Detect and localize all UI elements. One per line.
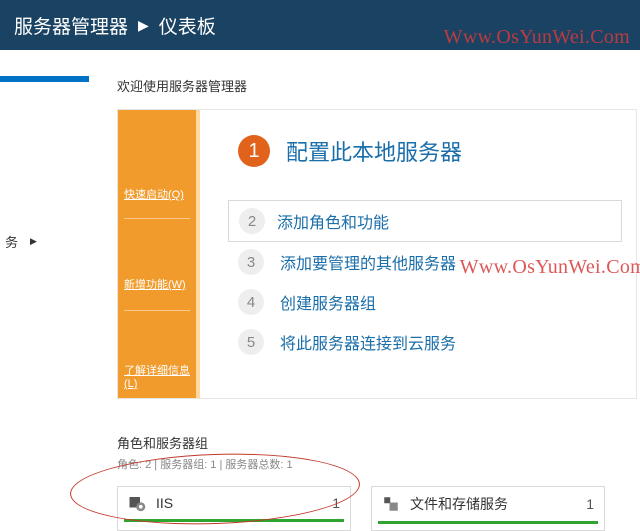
roles-groups-heading: 角色和服务器组	[117, 433, 640, 452]
main-content: 欢迎使用服务器管理器 快速启动(Q) 新增功能(W) 了解详细信息(L) 1 配…	[89, 50, 640, 531]
quick-start-link[interactable]: 快速启动(Q)	[124, 186, 184, 202]
step-number: 4	[238, 289, 264, 315]
step-number: 5	[238, 329, 264, 355]
divider	[124, 218, 190, 219]
card-status-bar	[124, 519, 344, 522]
step-label: 配置此本地服务器	[286, 135, 462, 167]
sidebar-item-services[interactable]: 务 ▶	[5, 232, 37, 251]
welcome-tile: 快速启动(Q) 新增功能(W) 了解详细信息(L) 1 配置此本地服务器 2 添…	[117, 109, 637, 399]
step-create-server-group[interactable]: 4 创建服务器组	[200, 282, 636, 322]
chevron-right-icon: ▶	[30, 236, 37, 247]
roles-groups-counts: 角色: 2 | 服务器组: 1 | 服务器总数: 1	[117, 456, 640, 472]
step-number: 1	[238, 135, 270, 167]
step-label: 添加角色和功能	[277, 209, 389, 233]
card-status-bar	[378, 521, 598, 524]
whats-new-link[interactable]: 新增功能(W)	[124, 276, 186, 292]
step-number: 3	[238, 249, 264, 275]
step-label: 添加要管理的其他服务器	[280, 250, 456, 274]
card-title: 文件和存储服务	[410, 494, 508, 514]
step-label: 将此服务器连接到云服务	[280, 330, 456, 354]
card-count: 1	[586, 496, 594, 512]
step-connect-cloud[interactable]: 5 将此服务器连接到云服务	[200, 322, 636, 362]
watermark-text: Www.OsYunWei.Com	[460, 256, 640, 279]
step-configure-local-server[interactable]: 1 配置此本地服务器	[200, 128, 636, 174]
card-iis[interactable]: IIS 1	[117, 486, 351, 531]
storage-icon	[382, 495, 400, 513]
watermark-text: Www.OsYunWei.Com	[444, 26, 630, 49]
card-file-storage[interactable]: 文件和存储服务 1	[371, 486, 605, 531]
welcome-steps: 1 配置此本地服务器 2 添加角色和功能 3 添加要管理的其他服务器 4 创建服…	[200, 110, 636, 398]
welcome-left-panel: 快速启动(Q) 新增功能(W) 了解详细信息(L)	[118, 110, 196, 398]
breadcrumb-page: 仪表板	[159, 12, 216, 39]
sidebar-item-label: 务	[5, 232, 18, 251]
chevron-right-icon: ▶	[138, 17, 149, 34]
iis-icon	[128, 494, 146, 512]
role-cards: IIS 1 文件和存储服务 1	[117, 486, 640, 531]
card-title: IIS	[156, 495, 173, 511]
sidebar: 务 ▶	[0, 50, 89, 531]
app-name: 服务器管理器	[14, 12, 128, 39]
learn-more-link[interactable]: 了解详细信息(L)	[124, 362, 196, 390]
card-count: 1	[332, 495, 340, 511]
divider	[124, 310, 190, 311]
welcome-heading: 欢迎使用服务器管理器	[89, 68, 640, 109]
step-label: 创建服务器组	[280, 290, 376, 314]
sidebar-selection-indicator	[0, 76, 89, 82]
step-number: 2	[239, 208, 265, 234]
step-add-roles-features[interactable]: 2 添加角色和功能	[228, 200, 622, 242]
